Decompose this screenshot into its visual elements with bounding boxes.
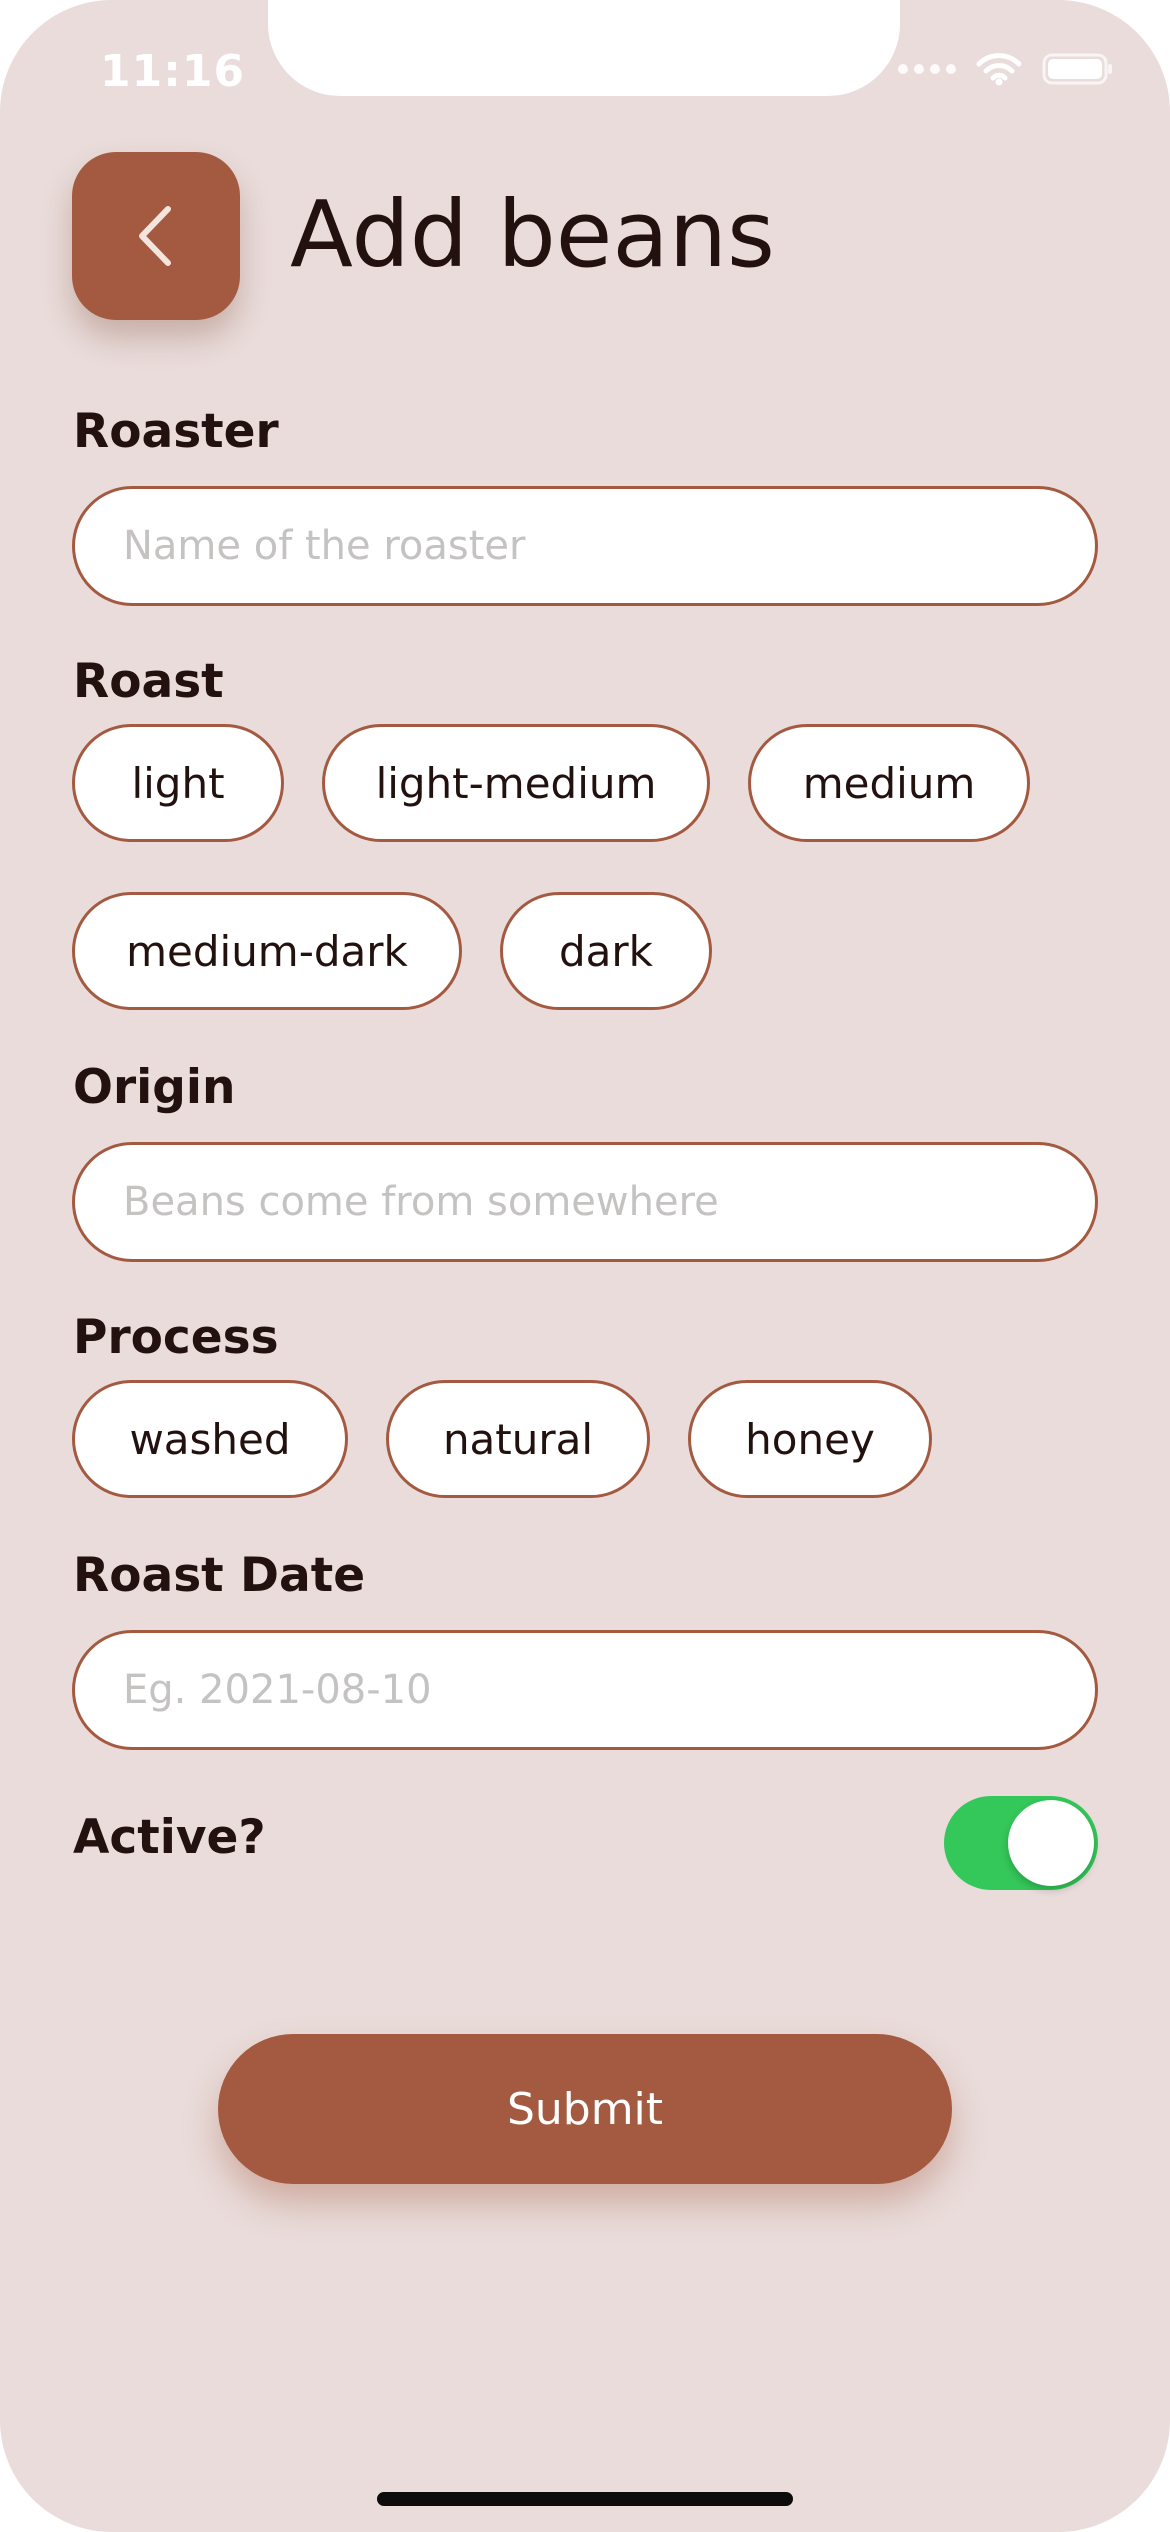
- origin-input[interactable]: [72, 1142, 1098, 1262]
- status-indicators: [898, 52, 1114, 86]
- active-label: Active?: [73, 1810, 266, 1865]
- roaster-input[interactable]: [72, 486, 1098, 606]
- submit-button[interactable]: Submit: [218, 2034, 952, 2184]
- back-button[interactable]: [72, 152, 240, 320]
- device-notch: [268, 0, 900, 96]
- chevron-left-icon: [139, 206, 171, 266]
- roaster-label: Roaster: [73, 404, 279, 459]
- status-time: 11:16: [100, 46, 246, 97]
- roast-date-input[interactable]: [72, 1630, 1098, 1750]
- battery-icon: [1042, 53, 1112, 85]
- process-chip-natural[interactable]: natural: [386, 1380, 650, 1498]
- roast-chip-medium-dark[interactable]: medium-dark: [72, 892, 462, 1010]
- process-chip-honey[interactable]: honey: [688, 1380, 932, 1498]
- page-title: Add beans: [290, 181, 775, 288]
- home-indicator: [377, 2492, 793, 2506]
- roast-chip-medium[interactable]: medium: [748, 724, 1030, 842]
- process-chip-washed[interactable]: washed: [72, 1380, 348, 1498]
- wifi-icon: [976, 53, 1022, 86]
- roast-chip-light[interactable]: light: [72, 724, 284, 842]
- app-screen: 11:16 Add beans Roaster Roast light ligh…: [0, 0, 1170, 2532]
- origin-label: Origin: [73, 1060, 236, 1115]
- toggle-knob: [1008, 1800, 1094, 1886]
- cellular-signal-icon: [898, 64, 956, 74]
- active-toggle[interactable]: [944, 1796, 1098, 1890]
- roast-chip-dark[interactable]: dark: [500, 892, 712, 1010]
- process-label: Process: [73, 1310, 279, 1365]
- roast-chip-light-medium[interactable]: light-medium: [322, 724, 710, 842]
- roast-label: Roast: [73, 654, 224, 709]
- roast-date-label: Roast Date: [73, 1548, 366, 1603]
